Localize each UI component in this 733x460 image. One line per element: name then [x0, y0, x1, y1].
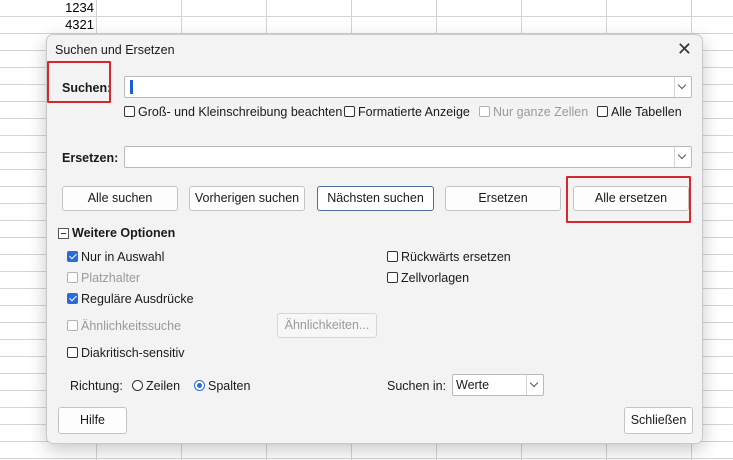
chevron-down-icon[interactable] [526, 375, 543, 395]
checkbox-box [67, 320, 78, 331]
checkbox-cell-styles[interactable]: Zellvorlagen [387, 271, 469, 285]
checkbox-wildcards: Platzhalter [67, 271, 140, 285]
radio-label: Spalten [208, 379, 251, 393]
checkbox-label: Rückwärts ersetzen [401, 250, 511, 264]
search-combobox[interactable] [124, 76, 692, 98]
checkbox-box[interactable] [387, 272, 398, 283]
radio-circle[interactable] [132, 380, 143, 391]
close-button[interactable]: Schließen [624, 407, 693, 434]
chevron-down-icon[interactable] [674, 147, 691, 167]
replace-all-highlight [566, 176, 691, 223]
close-icon[interactable]: ✕ [677, 39, 692, 60]
search-in-label: Suchen in: [387, 379, 447, 393]
checkbox-box[interactable] [387, 251, 398, 262]
find-next-button[interactable]: Nächsten suchen [317, 186, 434, 211]
search-in-select[interactable]: Werte [452, 374, 544, 396]
help-button[interactable]: Hilfe [58, 407, 127, 434]
checkbox-formatted-display[interactable]: Formatierte Anzeige [344, 105, 470, 119]
similarity-settings-button: Ähnlichkeiten... [277, 313, 377, 338]
checkbox-label: Formatierte Anzeige [358, 105, 470, 119]
radio-rows[interactable]: Zeilen [132, 379, 180, 393]
checkbox-label: Diakritisch-sensitiv [81, 346, 185, 360]
checkbox-label: Zellvorlagen [401, 271, 470, 285]
direction-label: Richtung: [70, 379, 123, 393]
dialog-title: Suchen und Ersetzen [55, 43, 175, 57]
search-label-highlight [47, 61, 111, 103]
more-options-label[interactable]: Weitere Optionen [72, 226, 175, 240]
checkbox-label: Nur in Auswahl [81, 250, 165, 264]
radio-columns[interactable]: Spalten [194, 379, 250, 393]
find-replace-dialog: Suchen und Ersetzen ✕ Suchen: Groß- und … [46, 34, 703, 444]
checkbox-all-sheets[interactable]: Alle Tabellen [597, 105, 682, 119]
cell-value[interactable]: 1234 [65, 0, 94, 15]
checkbox-label: Reguläre Ausdrücke [81, 292, 194, 306]
checkbox-whole-cells: Nur ganze Zellen [479, 105, 588, 119]
checkbox-regex[interactable]: Reguläre Ausdrücke [67, 292, 194, 306]
checkbox-match-case[interactable]: Groß- und Kleinschreibung beachten [124, 105, 342, 119]
cell-value[interactable]: 4321 [65, 17, 94, 32]
checkbox-label: Nur ganze Zellen [493, 105, 589, 119]
checkbox-box [67, 272, 78, 283]
search-in-value: Werte [456, 378, 490, 392]
text-cursor [130, 80, 133, 94]
replace-button[interactable]: Ersetzen [445, 186, 561, 211]
checkbox-box[interactable] [597, 106, 608, 117]
checkbox-replace-backwards[interactable]: Rückwärts ersetzen [387, 250, 511, 264]
chevron-down-icon[interactable] [674, 77, 691, 97]
checkbox-label: Groß- und Kleinschreibung beachten [138, 105, 343, 119]
checkbox-box[interactable] [124, 106, 135, 117]
checkbox-box [479, 106, 490, 117]
find-all-button[interactable]: Alle suchen [62, 186, 178, 211]
replace-input[interactable] [129, 149, 669, 165]
replace-label: Ersetzen: [62, 151, 119, 165]
checkbox-label: Ähnlichkeitssuche [81, 319, 182, 333]
checkbox-label: Alle Tabellen [611, 105, 682, 119]
checkbox-diacritics[interactable]: Diakritisch-sensitiv [67, 346, 185, 360]
checkbox-similarity: Ähnlichkeitssuche [67, 319, 181, 333]
radio-label: Zeilen [146, 379, 181, 393]
checkbox-box[interactable] [67, 293, 78, 304]
radio-circle[interactable] [194, 380, 205, 391]
search-input[interactable] [129, 79, 669, 95]
checkbox-box[interactable] [67, 347, 78, 358]
checkbox-box[interactable] [344, 106, 355, 117]
find-previous-button[interactable]: Vorherigen suchen [189, 186, 305, 211]
replace-combobox[interactable] [124, 146, 692, 168]
checkbox-label: Platzhalter [81, 271, 141, 285]
checkbox-selection-only[interactable]: Nur in Auswahl [67, 250, 164, 264]
checkbox-box[interactable] [67, 251, 78, 262]
collapse-icon[interactable] [58, 228, 69, 239]
